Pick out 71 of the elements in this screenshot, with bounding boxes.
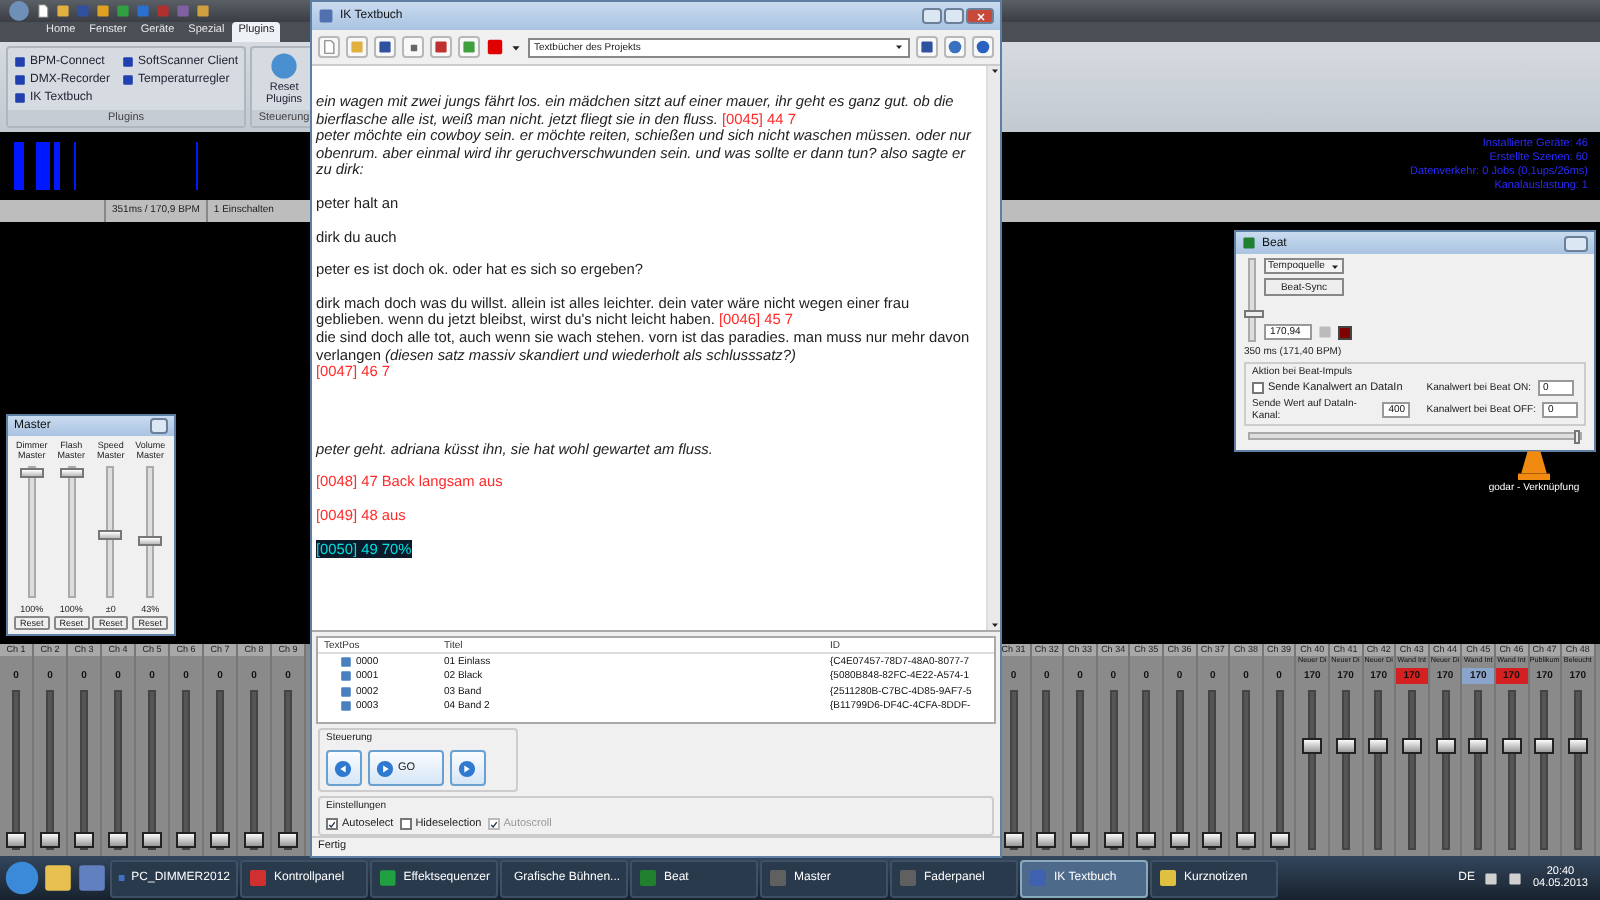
traffic-cone-icon bbox=[1518, 448, 1550, 480]
fader-handle[interactable] bbox=[278, 832, 298, 848]
fader-handle[interactable] bbox=[1103, 832, 1124, 848]
fader-handle[interactable] bbox=[19, 468, 44, 478]
new-button[interactable] bbox=[318, 36, 340, 58]
color-swatch-icon bbox=[486, 38, 504, 56]
app-orb-icon bbox=[8, 0, 30, 22]
fader-handle[interactable] bbox=[1036, 832, 1057, 848]
close-button[interactable] bbox=[150, 418, 168, 434]
scroll-up-icon bbox=[989, 66, 999, 76]
scrollbar[interactable] bbox=[986, 66, 1000, 630]
fader-handle[interactable] bbox=[6, 832, 26, 848]
fader-handle[interactable] bbox=[1069, 832, 1090, 848]
fader-handle[interactable] bbox=[1401, 738, 1422, 755]
fader-handle[interactable] bbox=[1534, 738, 1555, 755]
new-file-icon bbox=[36, 4, 50, 18]
info-button[interactable] bbox=[944, 36, 966, 58]
fader-handle[interactable] bbox=[1235, 832, 1256, 848]
slider-handle[interactable] bbox=[1244, 310, 1264, 319]
app-icon bbox=[638, 868, 658, 888]
previous-icon bbox=[334, 759, 352, 777]
app-icon bbox=[1158, 868, 1178, 888]
fader-handle[interactable] bbox=[244, 832, 264, 848]
fader-handle[interactable] bbox=[1468, 738, 1489, 755]
fader-handle[interactable] bbox=[176, 832, 196, 848]
fader-handle[interactable] bbox=[74, 832, 94, 848]
fader-handle[interactable] bbox=[1169, 832, 1190, 848]
export-button[interactable] bbox=[458, 36, 480, 58]
check-icon bbox=[489, 819, 498, 829]
delete-button[interactable] bbox=[402, 36, 424, 58]
close-icon bbox=[975, 11, 985, 21]
previous-button[interactable] bbox=[326, 750, 362, 786]
close-button[interactable] bbox=[1564, 235, 1588, 251]
fader-handle[interactable] bbox=[1136, 832, 1157, 848]
start-orb-icon bbox=[4, 860, 40, 896]
close-button[interactable] bbox=[966, 8, 994, 24]
next-icon bbox=[458, 759, 476, 777]
fader-handle[interactable] bbox=[1202, 832, 1223, 848]
help-button[interactable] bbox=[972, 36, 994, 58]
caret-icon bbox=[1330, 261, 1340, 271]
fader-handle[interactable] bbox=[1269, 832, 1290, 848]
fader-handle[interactable] bbox=[108, 832, 128, 848]
fader-handle[interactable] bbox=[1501, 738, 1522, 755]
app-icon bbox=[768, 868, 788, 888]
scroll-down-icon bbox=[989, 620, 999, 630]
fader-handle[interactable] bbox=[1567, 738, 1588, 755]
app-icon bbox=[898, 868, 918, 888]
color-swatch[interactable] bbox=[1338, 325, 1352, 339]
save-button[interactable] bbox=[374, 36, 396, 58]
next-button[interactable] bbox=[450, 750, 486, 786]
fader-handle[interactable] bbox=[98, 529, 123, 540]
fader-handle[interactable] bbox=[1302, 738, 1323, 755]
fader-handle[interactable] bbox=[142, 832, 162, 848]
fader-handle[interactable] bbox=[138, 535, 163, 546]
tree-button[interactable] bbox=[916, 36, 938, 58]
fader-handle[interactable] bbox=[1368, 738, 1389, 755]
edit-button[interactable] bbox=[430, 36, 452, 58]
fader-handle[interactable] bbox=[1435, 738, 1456, 755]
play-icon bbox=[376, 759, 394, 777]
app-icon bbox=[378, 868, 398, 888]
fader-handle[interactable] bbox=[1003, 832, 1024, 848]
minimize-button[interactable] bbox=[922, 8, 942, 24]
fader-handle[interactable] bbox=[40, 832, 60, 848]
slider-handle[interactable] bbox=[1574, 430, 1580, 444]
app-icon bbox=[248, 868, 268, 888]
maximize-button[interactable] bbox=[944, 8, 964, 24]
fader-handle[interactable] bbox=[1335, 738, 1356, 755]
app-icon bbox=[1028, 868, 1048, 888]
check-icon bbox=[328, 819, 336, 829]
fader-handle[interactable] bbox=[210, 832, 230, 848]
fader-handle[interactable] bbox=[59, 468, 84, 478]
